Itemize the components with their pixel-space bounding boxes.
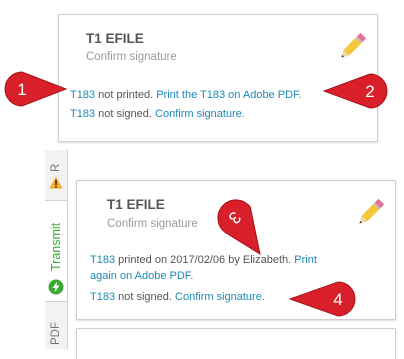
card-subtitle: Confirm signature — [86, 51, 177, 63]
sign-status-line: T183 not signed. Confirm signature. — [90, 289, 265, 305]
callout-number: 4 — [333, 290, 342, 309]
t183-link[interactable]: T183 — [90, 254, 115, 266]
t183-link[interactable]: T183 — [90, 291, 115, 303]
print-status-text: not printed. — [95, 89, 157, 101]
print-pdf-link[interactable]: Print the T183 on Adobe PDF. — [156, 89, 301, 101]
print-again-link[interactable]: Print — [294, 254, 317, 266]
edit-pencil-icon[interactable] — [355, 197, 385, 229]
t183-link[interactable]: T183 — [70, 108, 95, 120]
side-tab-strip: R Transmit PDF — [45, 150, 68, 349]
tab-transmit-label: Transmit — [49, 222, 63, 271]
checklist-card-partial — [76, 328, 396, 359]
sign-status-text: not signed. — [115, 291, 176, 303]
print-again-link-continued[interactable]: again on Adobe PDF. — [90, 270, 193, 282]
callout-number: 2 — [365, 82, 374, 101]
warning-icon — [49, 176, 63, 189]
edit-pencil-icon[interactable] — [337, 31, 367, 63]
callout-number: 1 — [17, 80, 26, 99]
print-status-line-continued: again on Adobe PDF. — [90, 268, 193, 284]
callout-marker-3: 3 — [217, 199, 261, 256]
callout-marker-2: 2 — [322, 73, 388, 109]
sign-status-line: T183 not signed. Confirm signature. — [70, 106, 245, 122]
print-status-line: T183 printed on 2017/02/06 by Elizabeth.… — [90, 252, 317, 268]
print-status-line: T183 not printed. Print the T183 on Adob… — [70, 87, 302, 103]
confirm-signature-link[interactable]: Confirm signature. — [175, 291, 265, 303]
tab-pdf[interactable]: PDF — [45, 315, 67, 349]
tab-review[interactable]: R — [45, 150, 67, 192]
sign-status-text: not signed. — [95, 108, 156, 120]
tab-review-label: R — [50, 163, 62, 172]
card-title: T1 EFILE — [107, 197, 165, 212]
callout-marker-4: 4 — [288, 281, 356, 317]
callout-marker-1: 1 — [4, 71, 68, 107]
tab-transmit[interactable]: Transmit — [45, 200, 67, 302]
card-title: T1 EFILE — [86, 31, 144, 46]
tab-pdf-label: PDF — [50, 322, 62, 345]
transmit-icon — [48, 279, 64, 295]
confirm-signature-link[interactable]: Confirm signature. — [155, 108, 245, 120]
t183-link[interactable]: T183 — [70, 89, 95, 101]
card-subtitle: Confirm signature — [107, 218, 198, 230]
